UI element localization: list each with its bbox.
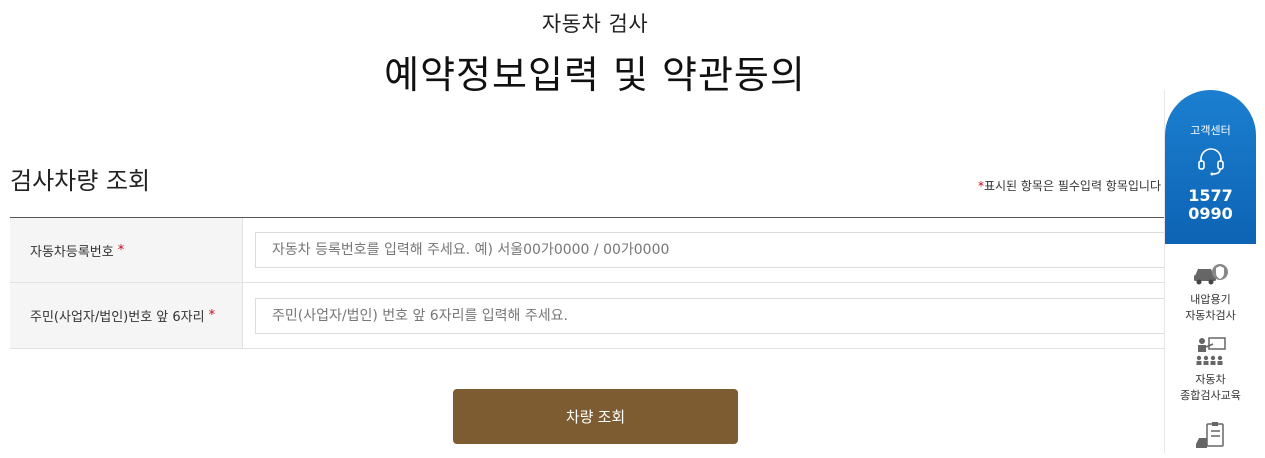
phone-line-2: 0990	[1188, 204, 1233, 223]
side-item-inspection-education[interactable]: 자동차 종합검사교육	[1165, 336, 1256, 404]
customer-center-phone: 1577 0990	[1165, 187, 1256, 223]
page-subtitle: 자동차 검사	[541, 12, 649, 36]
registration-number-input[interactable]	[255, 232, 1170, 268]
form-row-id-number: 주민(사업자/법인)번호 앞 6자리 *	[10, 283, 1170, 349]
customer-center-label: 고객센터	[1190, 124, 1231, 137]
lecture-icon	[1196, 337, 1226, 365]
headset-icon	[1198, 148, 1224, 176]
id-number-input[interactable]	[255, 297, 1170, 334]
side-item-label-2b: 종합검사교육	[1180, 389, 1241, 402]
required-mark: *	[208, 308, 216, 323]
page-title: 예약정보입력 및 약관동의	[384, 53, 806, 97]
vehicle-lookup-form: 자동차등록번호 * 주민(사업자/법인)번호 앞 6자리 *	[10, 217, 1170, 349]
side-item-label-1b: 자동차검사	[1185, 309, 1236, 322]
side-item-label-2a: 자동차	[1195, 373, 1226, 386]
checklist-car-icon	[1195, 422, 1224, 448]
required-note-text: 표시된 항목은 필수입력 항목입니다	[983, 179, 1161, 193]
vehicle-search-button[interactable]: 차량 조회	[453, 389, 738, 444]
id-number-input-cell	[243, 283, 1170, 348]
required-note: *표시된 항목은 필수입력 항목입니다	[961, 177, 1161, 194]
registration-input-cell	[243, 218, 1170, 282]
registration-label-text: 자동차등록번호	[30, 244, 114, 260]
phone-line-1: 1577	[1188, 186, 1233, 205]
id-number-label-text: 주민(사업자/법인)번호 앞 6자리	[30, 310, 205, 325]
form-row-registration: 자동차등록번호 *	[10, 218, 1170, 283]
side-item-label-1a: 내압용기	[1190, 293, 1231, 306]
side-item-pressure-vessel-inspection[interactable]: 내압용기 자동차검사	[1165, 256, 1256, 324]
id-number-label: 주민(사업자/법인)번호 앞 6자리 *	[10, 283, 243, 348]
customer-center-card[interactable]: 고객센터 1577 0990	[1165, 90, 1256, 244]
section-title: 검사차량 조회	[10, 167, 151, 195]
car-tank-icon	[1193, 264, 1228, 285]
quick-side-panel: 고객센터 1577 0990 내압용기 자동차검사 자동차 종합검사교육	[1164, 90, 1256, 453]
required-mark: *	[117, 242, 125, 258]
registration-label: 자동차등록번호 *	[10, 218, 243, 282]
